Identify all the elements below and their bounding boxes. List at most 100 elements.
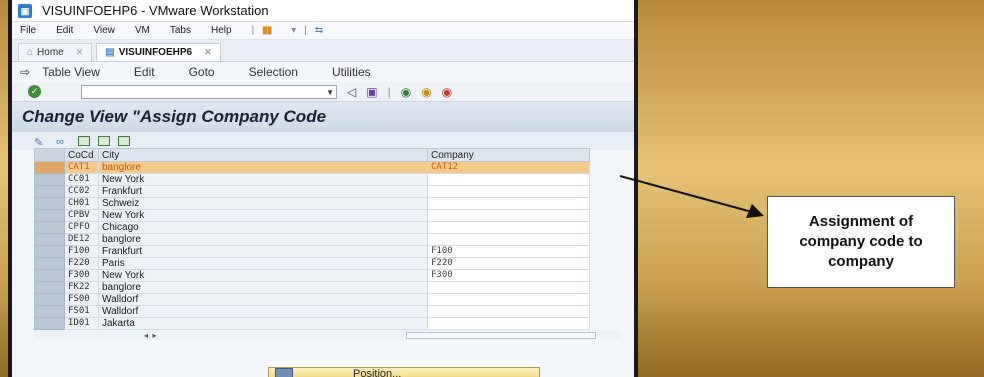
cell-cocd[interactable]: CH01 xyxy=(64,197,99,210)
send-keys-icon[interactable]: ⇆ xyxy=(315,25,323,36)
cell-cocd[interactable]: F100 xyxy=(64,245,99,258)
dropdown-icon[interactable]: ▾ xyxy=(291,25,296,36)
selection-column-header[interactable] xyxy=(34,148,65,162)
row-selector[interactable] xyxy=(34,269,65,282)
back-arrow-icon[interactable]: ◁ xyxy=(347,85,356,99)
cell-city[interactable]: New York xyxy=(98,173,428,186)
deselect-all-icon[interactable] xyxy=(118,136,130,146)
position-button[interactable]: Position... xyxy=(268,367,540,377)
row-selector[interactable] xyxy=(34,209,65,222)
row-selector[interactable] xyxy=(34,245,65,258)
cell-company[interactable] xyxy=(427,233,590,246)
cell-city[interactable]: Walldorf xyxy=(98,293,428,306)
cell-city[interactable]: Jakarta xyxy=(98,317,428,330)
cell-company[interactable]: F300 xyxy=(427,269,590,282)
menu-edit[interactable]: Edit xyxy=(56,25,73,36)
command-field[interactable]: ▼ xyxy=(81,84,337,99)
cell-cocd[interactable]: FS00 xyxy=(64,293,99,306)
row-selector[interactable] xyxy=(34,161,65,174)
cell-company[interactable]: CAT12 xyxy=(427,161,590,174)
cell-company[interactable] xyxy=(427,221,590,234)
cell-city[interactable]: Chicago xyxy=(98,221,428,234)
table-row[interactable]: FK22 banglore xyxy=(34,281,590,294)
cell-cocd[interactable]: DE12 xyxy=(64,233,99,246)
cell-cocd[interactable]: FK22 xyxy=(64,281,99,294)
back-icon[interactable]: ◉ xyxy=(401,85,411,99)
table-row[interactable]: F220 Paris F220 xyxy=(34,257,590,270)
table-row[interactable]: FS01 Walldorf xyxy=(34,305,590,318)
table-row[interactable]: CC02 Frankfurt xyxy=(34,185,590,198)
menu-exit-icon[interactable]: ⇨ xyxy=(20,65,30,79)
cell-company[interactable]: F100 xyxy=(427,245,590,258)
cancel-icon[interactable]: ◉ xyxy=(442,85,452,99)
menu-vm[interactable]: VM xyxy=(135,25,150,36)
cell-city[interactable]: New York xyxy=(98,269,428,282)
cell-cocd[interactable]: F300 xyxy=(64,269,99,282)
cell-cocd[interactable]: CC01 xyxy=(64,173,99,186)
sap-menu-table-view[interactable]: Table View xyxy=(42,65,100,79)
exit-icon[interactable]: ◉ xyxy=(421,85,431,99)
sap-menu-utilities[interactable]: Utilities xyxy=(332,65,371,79)
scroll-left-icon[interactable]: ◂ xyxy=(144,331,148,340)
cell-city[interactable]: New York xyxy=(98,209,428,222)
table-row[interactable]: CPFO Chicago xyxy=(34,221,590,234)
cell-cocd[interactable]: F220 xyxy=(64,257,99,270)
table-row[interactable]: ID01 Jakarta xyxy=(34,317,590,330)
cell-cocd[interactable]: CPBV xyxy=(64,209,99,222)
close-icon[interactable]: ✕ xyxy=(204,47,212,58)
cell-company[interactable]: F220 xyxy=(427,257,590,270)
menu-tabs[interactable]: Tabs xyxy=(170,25,191,36)
row-selector[interactable] xyxy=(34,317,65,330)
cell-company[interactable] xyxy=(427,185,590,198)
table-row[interactable]: F300 New York F300 xyxy=(34,269,590,282)
cell-city[interactable]: Walldorf xyxy=(98,305,428,318)
cell-city[interactable]: banglore xyxy=(98,281,428,294)
row-selector[interactable] xyxy=(34,233,65,246)
table-row[interactable]: CH01 Schweiz xyxy=(34,197,590,210)
select-all-icon[interactable] xyxy=(78,136,90,146)
cell-cocd[interactable]: CAT1 xyxy=(64,161,99,174)
row-selector[interactable] xyxy=(34,281,65,294)
row-selector[interactable] xyxy=(34,221,65,234)
row-selector[interactable] xyxy=(34,185,65,198)
cell-city[interactable]: banglore xyxy=(98,233,428,246)
menu-view[interactable]: View xyxy=(93,25,115,36)
cell-cocd[interactable]: CC02 xyxy=(64,185,99,198)
cell-city[interactable]: Frankfurt xyxy=(98,245,428,258)
column-header-cocd[interactable]: CoCd xyxy=(64,148,99,162)
select-block-icon[interactable] xyxy=(98,136,110,146)
cell-company[interactable] xyxy=(427,305,590,318)
column-header-city[interactable]: City xyxy=(98,148,428,162)
scroll-right-icon[interactable]: ▸ xyxy=(152,331,156,340)
tab-visuinfoehp6[interactable]: ▤ VISUINFOEHP6 ✕ xyxy=(96,43,221,61)
cell-cocd[interactable]: ID01 xyxy=(64,317,99,330)
table-row[interactable]: DE12 banglore xyxy=(34,233,590,246)
table-row[interactable]: FS00 Walldorf xyxy=(34,293,590,306)
display-change-icon[interactable]: ✎ xyxy=(34,136,48,149)
chevron-down-icon[interactable]: ▼ xyxy=(326,86,334,99)
cell-company[interactable] xyxy=(427,209,590,222)
sap-menu-edit[interactable]: Edit xyxy=(134,65,155,79)
cell-company[interactable] xyxy=(427,317,590,330)
sap-menu-goto[interactable]: Goto xyxy=(189,65,215,79)
close-icon[interactable]: ✕ xyxy=(76,47,84,58)
cell-city[interactable]: banglore xyxy=(98,161,428,174)
cell-company[interactable] xyxy=(427,197,590,210)
glasses-icon[interactable]: ∞ xyxy=(56,136,70,148)
row-selector[interactable] xyxy=(34,197,65,210)
pause-icon[interactable]: ▮▮ xyxy=(262,25,272,36)
save-icon[interactable]: ▣ xyxy=(366,85,377,99)
cell-cocd[interactable]: FS01 xyxy=(64,305,99,318)
row-selector[interactable] xyxy=(34,173,65,186)
table-row[interactable]: CC01 New York xyxy=(34,173,590,186)
cell-company[interactable] xyxy=(427,173,590,186)
cell-cocd[interactable]: CPFO xyxy=(64,221,99,234)
cell-city[interactable]: Schweiz xyxy=(98,197,428,210)
table-row[interactable]: F100 Frankfurt F100 xyxy=(34,245,590,258)
table-row[interactable]: CPBV New York xyxy=(34,209,590,222)
tab-home[interactable]: ⌂ Home ✕ xyxy=(18,43,93,61)
horizontal-scrollbar[interactable] xyxy=(406,331,597,339)
cell-city[interactable]: Paris xyxy=(98,257,428,270)
menu-file[interactable]: File xyxy=(20,25,36,36)
cell-company[interactable] xyxy=(427,293,590,306)
